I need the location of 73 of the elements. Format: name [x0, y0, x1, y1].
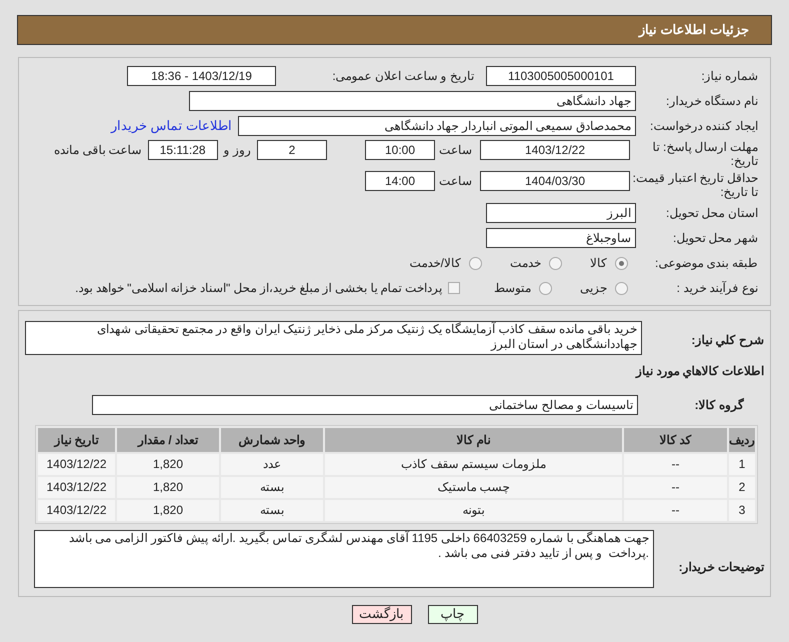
table-cell: --: [624, 454, 727, 474]
radio-button[interactable]: [539, 282, 552, 294]
field-label: شرح کلي نياز:: [690, 332, 764, 349]
table-cell: بسته: [221, 500, 323, 520]
column-header: تعداد / مقدار: [117, 428, 219, 452]
table-cell: عدد: [221, 454, 323, 474]
field-label: روز و: [222, 142, 252, 159]
field-label: پرداخت تمام یا بخشی از مبلغ خرید،از محل "اسناد خزانه اسلامی" خواهد بود.: [75, 280, 442, 297]
field-label: طبقه بندی موضوعی:: [654, 255, 758, 272]
field-label: تاریخ و ساعت اعلان عمومی:: [331, 68, 475, 85]
need-number-field: 1103005005000101: [486, 66, 636, 86]
reply-date-field: 1403/12/22: [480, 140, 630, 160]
field-label: شماره نیاز:: [700, 68, 758, 85]
field-label: کالا/خدمت: [410, 255, 461, 272]
table-cell: --: [624, 476, 727, 498]
remaining-time-field: 15:11:28: [148, 140, 218, 160]
province-field: البرز: [486, 203, 636, 223]
field-label: خدمت: [510, 255, 541, 272]
validity-date-field: 1404/03/30: [480, 171, 630, 191]
reply-time-field: 10:00: [365, 140, 435, 160]
field-label: نام دستگاه خریدار:: [664, 93, 758, 110]
table-cell: 1403/12/22: [38, 476, 115, 498]
description-box: خرید باقی مانده سقف کاذب آزمایشگاه یک ژنتیک مرکز ملی ذخایر ژنتیک ایران واقع در مجتمع تحقیقاتی شهدای جهاددانشگاهی در استان البرز: [25, 321, 642, 355]
table-cell: 1403/12/22: [38, 454, 115, 474]
field-label: ساعت: [438, 173, 473, 190]
table-cell: --: [624, 500, 727, 520]
goods-group-field: تاسیسات و مصالح ساختمانی: [92, 394, 638, 414]
column-header: واحد شمارش: [221, 428, 323, 452]
table-cell: 1,820: [117, 476, 219, 498]
radio-button[interactable]: [549, 256, 562, 270]
table-cell: 1403/12/22: [38, 500, 115, 520]
table-cell: 2: [729, 476, 755, 498]
field-label: نوع فرآیند خرید :: [676, 280, 758, 297]
days-field: 2: [257, 140, 327, 160]
table-cell: بسته: [221, 476, 323, 498]
announce-date-field: 1403/12/19 - 18:36: [127, 66, 276, 86]
table-cell: ملزومات سیستم سقف کاذب: [325, 454, 622, 474]
field-label: ساعت باقی مانده: [54, 142, 143, 159]
field-label: اطلاعات کالاهاي مورد نياز: [636, 364, 764, 378]
field-label: گروه کالا:: [694, 396, 745, 414]
column-header: تاریخ نیاز: [38, 428, 115, 452]
contact-link[interactable]: اطلاعات تماس خریدار: [110, 116, 232, 136]
field-label: استان محل تحویل:: [664, 205, 758, 222]
table-cell: 1: [729, 454, 755, 474]
field-label: کالا: [590, 255, 607, 272]
city-field: ساوجبلاغ: [486, 228, 636, 248]
buyer-notes-box: جهت هماهنگی با شماره 66403259 داخلی 1195 آقای مهندس لشگری تماس بگیرید .ارائه پیش فاکتور الزامی می باشد .پرداخت و پس از تایید دفتر فنی می باشد .: [34, 530, 654, 588]
table-cell: 1,820: [117, 500, 219, 520]
page-title: جزئیات اطلاعات نیاز: [638, 21, 749, 40]
radio-button[interactable]: [615, 282, 628, 294]
checkbox[interactable]: [448, 282, 460, 294]
field-label: متوسط: [494, 280, 531, 297]
radio-button[interactable]: [469, 256, 482, 270]
column-header: کد کالا: [624, 428, 727, 452]
buyer-org-field: جهاد دانشگاهی: [189, 91, 636, 111]
table-cell: بتونه: [325, 500, 622, 520]
column-header: ردیف: [729, 428, 755, 452]
field-label: ایجاد کننده درخواست:: [648, 118, 758, 135]
field-label: شهر محل تحویل:: [672, 230, 758, 247]
table-cell: 3: [729, 500, 755, 520]
requester-field: محمدصادق سمیعی الموتی انباردار جهاد دانشگاهی: [238, 116, 636, 136]
column-header: نام کالا: [325, 428, 622, 452]
validity-time-field: 14:00: [365, 171, 435, 191]
back-button[interactable]: بازگشت: [352, 604, 412, 624]
field-label: مهلت ارسال پاسخ: تا تاریخ:: [652, 140, 758, 168]
field-label: ساعت: [438, 142, 473, 159]
field-label: توضیحات خریدار:: [678, 558, 764, 576]
field-label: جزیی: [580, 280, 607, 297]
table-cell: 1,820: [117, 454, 219, 474]
print-button[interactable]: چاپ: [428, 604, 478, 624]
table-cell: چسب ماستیک: [325, 476, 622, 498]
field-label: حداقل تاریخ اعتبار قیمت: تا تاریخ:: [632, 171, 758, 199]
radio-button[interactable]: [615, 256, 628, 270]
